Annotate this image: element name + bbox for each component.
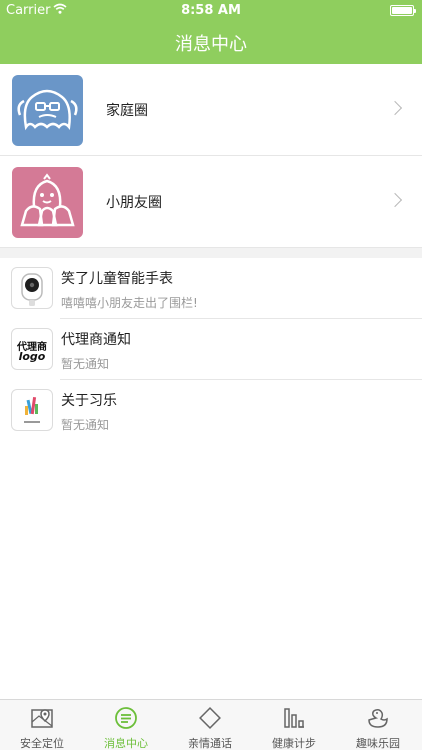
smartwatch-icon: [11, 267, 53, 309]
tab-label: 趣味乐园: [356, 737, 400, 750]
kids-circle-label: 小朋友圈: [106, 195, 162, 211]
tab-label: 消息中心: [104, 737, 148, 750]
map-pin-icon: [30, 706, 54, 730]
duck-icon: [366, 706, 390, 730]
message-title: 代理商通知: [61, 332, 131, 348]
tab-fun-park[interactable]: 趣味乐园: [336, 700, 420, 750]
agent-logo-icon: 代理商 logo: [11, 328, 53, 370]
message-title: 笑了儿童智能手表: [61, 271, 173, 287]
chevron-right-icon: [387, 192, 403, 208]
xile-logo-icon: [11, 389, 53, 431]
section-divider: [0, 248, 422, 258]
message-subtitle: 嘻嘻嘻小朋友走出了围栏!: [61, 296, 198, 310]
kids-circle-row[interactable]: 小朋友圈: [0, 157, 422, 248]
tab-message-center[interactable]: 消息中心: [84, 700, 168, 750]
tab-health-steps[interactable]: 健康计步: [252, 700, 336, 750]
page-title: 消息中心: [175, 34, 247, 55]
message-subtitle: 暂无通知: [61, 418, 110, 432]
phone-diamond-icon: [198, 706, 222, 730]
message-row-agent[interactable]: 代理商 logo 代理商通知 暂无通知: [0, 319, 422, 380]
tab-label: 健康计步: [272, 737, 316, 750]
tab-safety-location[interactable]: 安全定位: [0, 700, 84, 750]
message-subtitle: 暂无通知: [61, 357, 110, 371]
tab-label: 安全定位: [20, 737, 64, 750]
header-bar: Carrier 8:58 AM 消息中心: [0, 0, 422, 64]
family-ghost-icon: [12, 75, 83, 146]
kids-ghost-icon: [12, 167, 83, 238]
battery-icon: [390, 5, 416, 16]
clock: 8:58 AM: [181, 3, 241, 18]
tab-family-call[interactable]: 亲情通话: [168, 700, 252, 750]
chevron-right-icon: [387, 100, 403, 116]
message-title: 关于习乐: [61, 393, 117, 409]
family-circle-row[interactable]: 家庭圈: [0, 65, 422, 156]
message-row-watch[interactable]: 笑了儿童智能手表 嘻嘻嘻小朋友走出了围栏!: [0, 258, 422, 319]
bar-chart-icon: [282, 706, 306, 730]
status-bar: Carrier 8:58 AM: [0, 0, 422, 22]
message-icon: [114, 706, 138, 730]
tab-label: 亲情通话: [188, 737, 232, 750]
tab-bar: 安全定位 消息中心 亲情通话 健康计步 趣味乐园: [0, 699, 422, 750]
family-circle-label: 家庭圈: [106, 103, 148, 119]
message-row-about[interactable]: 关于习乐 暂无通知: [0, 380, 422, 441]
